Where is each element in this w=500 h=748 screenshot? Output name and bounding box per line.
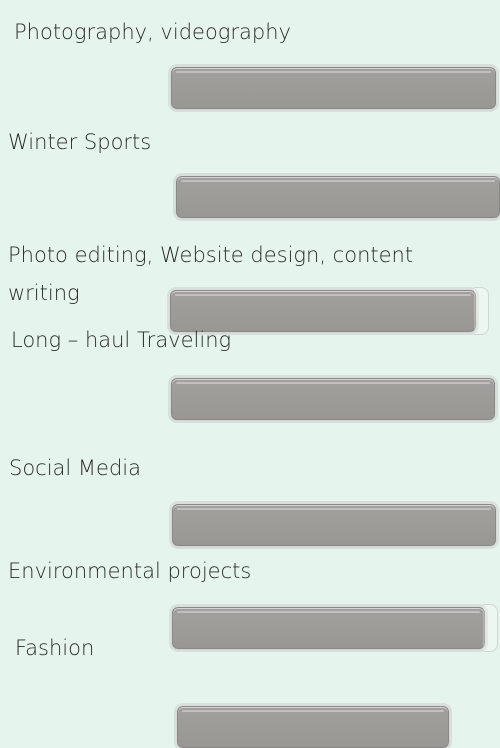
- interest-bar-fashion: [177, 706, 449, 748]
- interest-label-social-media: Social Media: [9, 456, 142, 480]
- interest-label-fashion: Fashion: [15, 636, 95, 660]
- interest-bar-environmental: [172, 604, 498, 652]
- interest-bar-long-haul-traveling: [171, 378, 495, 420]
- interest-label-photography: Photography, videography: [14, 20, 291, 44]
- interest-label-environmental: Environmental projects: [8, 559, 252, 583]
- interest-bar-social-media: [172, 504, 496, 546]
- interest-bar-photography: [171, 67, 496, 109]
- interest-label-long-haul-traveling: Long – haul Traveling: [11, 328, 232, 352]
- interest-label-winter-sports: Winter Sports: [8, 130, 152, 154]
- interest-bar-winter-sports: [176, 176, 500, 218]
